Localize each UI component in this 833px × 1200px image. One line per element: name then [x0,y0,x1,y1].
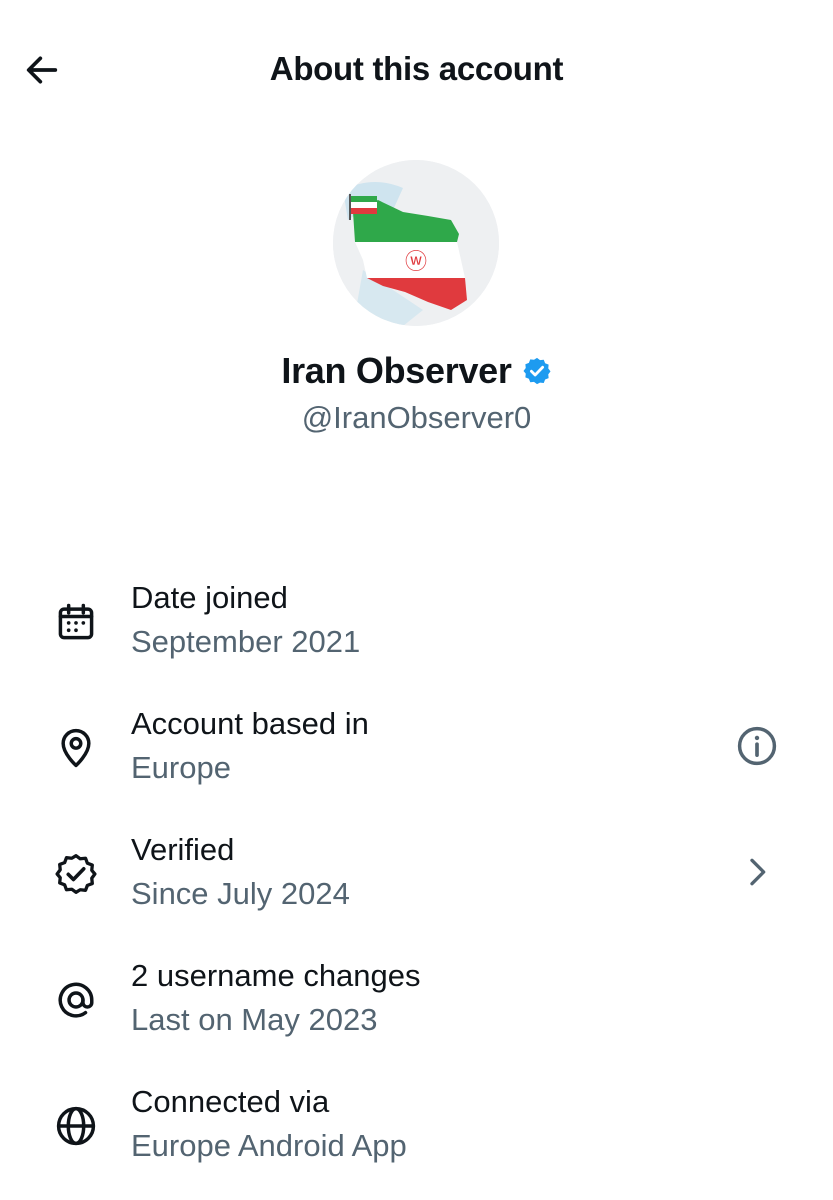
calendar-icon [52,598,100,646]
username-changes-row: 2 username changes Last on May 2023 [0,958,833,1068]
username-changes-label: 2 username changes [131,958,421,993]
verified-label: Verified [131,832,235,867]
date-joined-label: Date joined [131,580,288,615]
at-sign-icon [52,976,100,1024]
date-joined-row: Date joined September 2021 [0,580,833,690]
globe-icon [52,1102,100,1150]
avatar: ⓦ [333,160,499,326]
display-name: Iran Observer [281,350,512,391]
account-location-row: Account based in Europe [0,706,833,816]
iran-flag-map-avatar: ⓦ [333,160,499,326]
info-icon [737,726,777,766]
profile-name-row: Iran Observer [0,350,833,392]
date-joined-value: September 2021 [131,624,361,659]
chevron-right-icon [750,858,766,886]
verified-row[interactable]: Verified Since July 2024 [0,832,833,942]
svg-text:ⓦ: ⓦ [405,250,427,275]
page-title: About this account [269,50,564,87]
info-button[interactable] [733,722,781,770]
username-changes-value: Last on May 2023 [131,1002,378,1037]
verified-badge-icon [523,357,551,385]
user-handle: @IranObserver0 [301,400,532,435]
connected-via-label: Connected via [131,1084,330,1119]
verified-value: Since July 2024 [131,876,350,911]
top-bar: About this account [0,0,833,140]
location-pin-icon [52,724,100,772]
account-location-label: Account based in [131,706,369,741]
connected-via-row: Connected via Europe Android App [0,1084,833,1194]
account-location-value: Europe [131,750,231,785]
connected-via-value: Europe Android App [131,1128,407,1163]
verified-outline-icon [52,850,100,898]
verified-chevron-button[interactable] [733,848,781,896]
